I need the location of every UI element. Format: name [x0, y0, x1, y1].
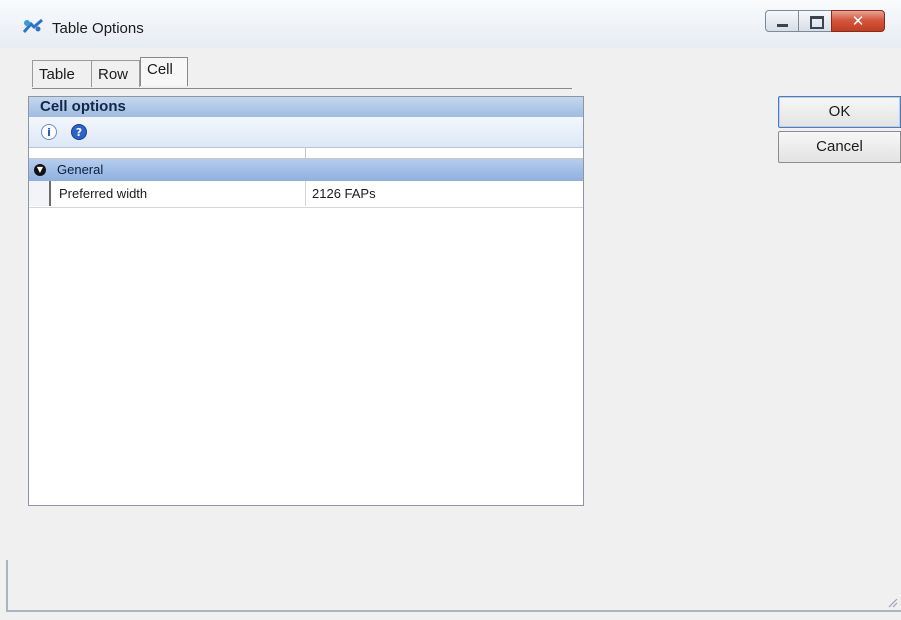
minimize-button[interactable]	[765, 10, 799, 32]
tab-table[interactable]: Table	[32, 60, 92, 87]
property-value[interactable]: 2126 FAPs	[312, 181, 376, 206]
collapse-arrow-icon[interactable]: ▼	[34, 164, 46, 176]
panel-toolbar: i ?	[29, 117, 583, 148]
tab-strip: Table Row Cell	[32, 57, 572, 89]
category-label: General	[57, 162, 104, 177]
panel-header: Cell options	[29, 97, 583, 117]
tab-table-label: Table	[39, 66, 75, 83]
category-row-general[interactable]: ▼ General	[29, 159, 583, 181]
tab-cell[interactable]: Cell	[140, 57, 188, 86]
tab-row[interactable]: Row	[92, 60, 140, 87]
info-icon[interactable]: i	[41, 124, 57, 140]
ok-button[interactable]: OK	[778, 96, 901, 128]
window-border	[6, 610, 901, 612]
row-gutter	[29, 181, 51, 206]
maximize-button[interactable]	[798, 10, 832, 32]
close-button[interactable]: ✕	[831, 10, 885, 32]
maximize-icon	[810, 16, 824, 29]
window-title: Table Options	[52, 20, 144, 37]
app-icon	[22, 18, 43, 33]
resize-grip-icon[interactable]	[886, 596, 898, 608]
minimize-icon	[777, 24, 788, 27]
property-row[interactable]: Preferred width 2126 FAPs	[29, 181, 583, 208]
cancel-button[interactable]: Cancel	[778, 131, 901, 163]
property-grid-panel: Cell options i ? ▼ General Preferred wid…	[28, 96, 584, 506]
window-border	[6, 560, 8, 612]
grid-column-header	[29, 148, 583, 159]
close-icon: ✕	[851, 12, 865, 30]
help-icon[interactable]: ?	[71, 124, 87, 140]
table-options-dialog: Table Options ✕ Table Row Cell Cell opti…	[0, 0, 901, 620]
tab-row-label: Row	[98, 66, 129, 83]
column-divider[interactable]	[305, 148, 306, 158]
property-name: Preferred width	[59, 186, 148, 201]
tab-cell-label: Cell	[147, 61, 173, 78]
column-divider	[305, 181, 306, 206]
title-bar[interactable]: Table Options ✕	[0, 0, 901, 48]
